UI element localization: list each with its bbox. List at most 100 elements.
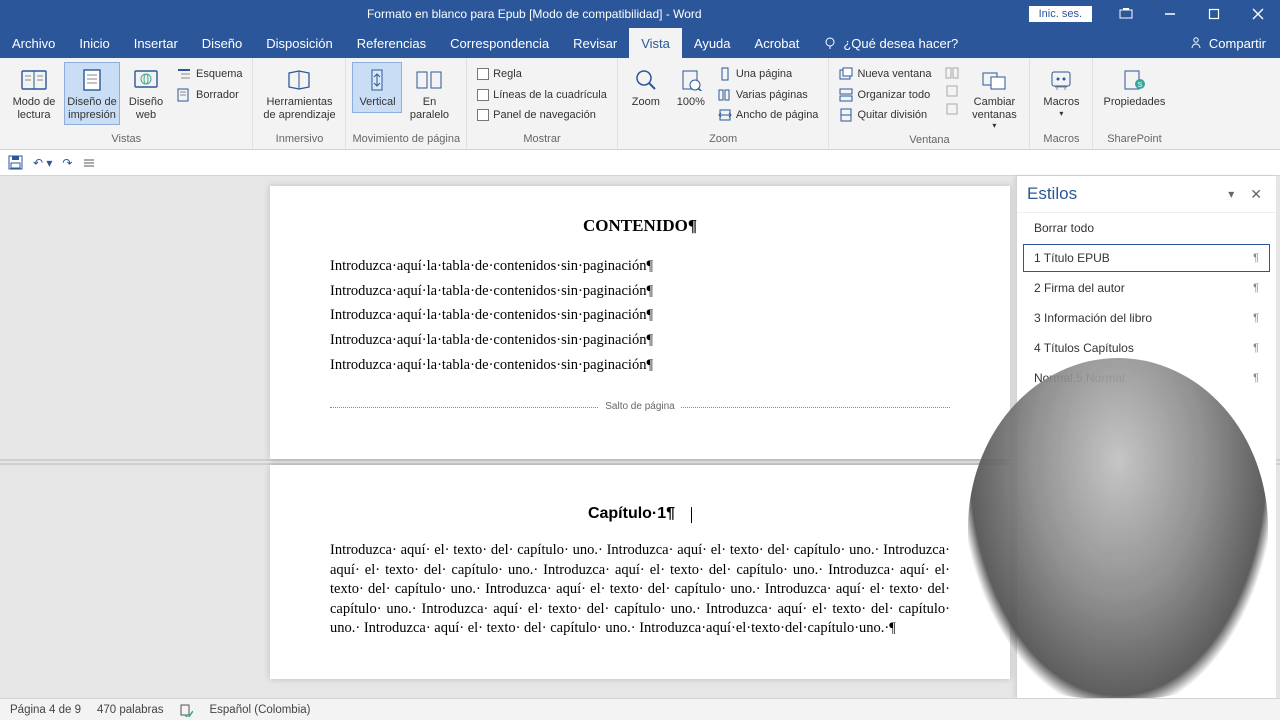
group-zoom: Zoom 100% Una página Varias páginas Anch… [618,58,830,149]
document-title: Formato en blanco para Epub [Modo de com… [40,7,1029,21]
group-views: Modo de lectura Diseño de impresión Dise… [0,58,253,149]
web-layout-label: Diseño web [124,96,168,121]
status-words[interactable]: 470 palabras [97,704,164,716]
switch-windows-button[interactable]: Cambiar ventanas ▾ [965,62,1023,134]
outline-button[interactable]: Esquema [172,64,246,85]
nav-pane-checkbox[interactable]: Panel de navegación [473,105,611,126]
style-clear-all[interactable]: Borrar todo [1023,214,1270,242]
pilcrow-icon: ¶ [1253,282,1259,294]
reset-icon [945,102,959,116]
reset-window-button[interactable] [941,100,963,118]
status-language[interactable]: Español (Colombia) [209,704,310,716]
toc-line[interactable]: Introduzca·aquí·la·tabla·de·contenidos·s… [330,303,950,328]
read-mode-button[interactable]: Modo de lectura [6,62,62,125]
tab-revisar[interactable]: Revisar [561,28,629,58]
properties-button[interactable]: S Propiedades [1099,62,1169,113]
style-label: 4 Títulos Capítulos [1034,341,1134,355]
styles-pane-title: Estilos [1027,184,1224,204]
checkbox-icon [477,89,489,101]
chevron-down-icon[interactable]: ▾ [1224,187,1238,201]
close-pane-icon[interactable]: ✕ [1246,186,1266,203]
share-button[interactable]: Compartir [1175,28,1280,58]
toc-line[interactable]: Introduzca·aquí·la·tabla·de·contenidos·s… [330,279,950,304]
macros-button[interactable]: Macros ▾ [1036,62,1086,122]
multi-page-button[interactable]: Varias páginas [714,85,823,106]
print-layout-button[interactable]: Diseño de impresión [64,62,120,125]
chapter-paragraph[interactable]: Introduzca· aquí· el· texto· del· capítu… [330,541,950,639]
share-label: Compartir [1209,36,1266,51]
style-item-firma-autor[interactable]: 2 Firma del autor¶ [1023,274,1270,302]
tab-referencias[interactable]: Referencias [345,28,438,58]
vertical-button[interactable]: Vertical [352,62,402,113]
grid-checkbox[interactable]: Líneas de la cuadrícula [473,85,611,106]
tab-disposicion[interactable]: Disposición [254,28,344,58]
web-layout-button[interactable]: Diseño web [122,62,170,125]
tab-vista[interactable]: Vista [629,28,682,58]
style-item-info-libro[interactable]: 3 Información del libro¶ [1023,304,1270,332]
ruler-checkbox[interactable]: Regla [473,64,611,85]
pilcrow-icon: ¶ [1253,372,1259,384]
read-mode-label: Modo de lectura [8,96,60,121]
tab-correspondencia[interactable]: Correspondencia [438,28,561,58]
tab-diseno[interactable]: Diseño [190,28,254,58]
tab-ayuda[interactable]: Ayuda [682,28,743,58]
qat-more-icon[interactable] [82,156,96,170]
sync-scroll-button[interactable] [941,82,963,100]
undo-icon[interactable]: ↶ ▾ [33,156,52,170]
title-bar: Formato en blanco para Epub [Modo de com… [0,0,1280,28]
doc-heading-chapter[interactable]: Capítulo·1¶ [330,505,950,523]
sign-in-button[interactable]: Inic. ses. [1029,6,1092,22]
group-show-label: Mostrar [473,133,611,147]
chapter-heading-text: Capítulo·1¶ [588,505,675,522]
new-window-label: Nueva ventana [857,66,931,83]
outline-label: Esquema [196,66,242,83]
redo-icon[interactable]: ↷ [62,156,72,170]
grid-label: Líneas de la cuadrícula [493,87,607,104]
style-item-titulo-epub[interactable]: 1 Título EPUB¶ [1023,244,1270,272]
vertical-icon [361,66,393,94]
minimize-icon[interactable] [1148,0,1192,28]
maximize-icon[interactable] [1192,0,1236,28]
one-page-button[interactable]: Una página [714,64,823,85]
print-layout-label: Diseño de impresión [66,96,118,121]
toc-line[interactable]: Introduzca·aquí·la·tabla·de·contenidos·s… [330,328,950,353]
proofing-icon[interactable] [179,703,193,717]
styles-pane-header: Estilos ▾ ✕ [1017,176,1276,213]
tab-archivo[interactable]: Archivo [0,28,67,58]
draft-label: Borrador [196,87,239,104]
read-mode-icon [18,66,50,94]
style-label: 3 Información del libro [1034,311,1152,325]
style-label: Normal,5 Normal [1034,371,1125,385]
page-width-button[interactable]: Ancho de página [714,105,823,126]
document-page[interactable]: Capítulo·1¶ Introduzca· aquí· el· texto·… [270,465,1010,679]
multi-page-icon [718,88,732,102]
document-page[interactable]: CONTENIDO¶ Introduzca·aquí·la·tabla·de·c… [270,186,1010,459]
quick-access-toolbar: ↶ ▾ ↷ [0,150,1280,176]
pilcrow-icon: ¶ [1253,342,1259,354]
remove-split-button[interactable]: Quitar división [835,105,935,126]
learning-tools-button[interactable]: Herramientas de aprendizaje [259,62,339,125]
zoom-button[interactable]: Zoom [624,62,668,113]
zoom-100-icon [675,66,707,94]
tab-insertar[interactable]: Insertar [122,28,190,58]
view-side-button[interactable] [941,64,963,82]
status-page[interactable]: Página 4 de 9 [10,704,81,716]
tab-acrobat[interactable]: Acrobat [743,28,812,58]
toc-line[interactable]: Introduzca·aquí·la·tabla·de·contenidos·s… [330,353,950,378]
pilcrow-icon: ¶ [1253,252,1259,264]
arrange-all-button[interactable]: Organizar todo [835,85,935,106]
zoom-100-button[interactable]: 100% [670,62,712,113]
doc-heading-contenido[interactable]: CONTENIDO¶ [330,216,950,236]
save-icon[interactable] [8,155,23,170]
status-bar: Página 4 de 9 470 palabras Español (Colo… [0,698,1280,720]
style-item-titulos-capitulos[interactable]: 4 Títulos Capítulos ¶ [1023,334,1270,362]
close-icon[interactable] [1236,0,1280,28]
side-by-side-button[interactable]: En paralelo [404,62,454,125]
tab-inicio[interactable]: Inicio [67,28,121,58]
ribbon-options-icon[interactable] [1104,0,1148,28]
tell-me[interactable]: ¿Qué desea hacer? [811,28,970,58]
new-window-button[interactable]: Nueva ventana [835,64,935,85]
style-item-normal[interactable]: Normal,5 Normal ¶ [1023,364,1270,392]
toc-line[interactable]: Introduzca·aquí·la·tabla·de·contenidos·s… [330,254,950,279]
draft-button[interactable]: Borrador [172,85,246,106]
